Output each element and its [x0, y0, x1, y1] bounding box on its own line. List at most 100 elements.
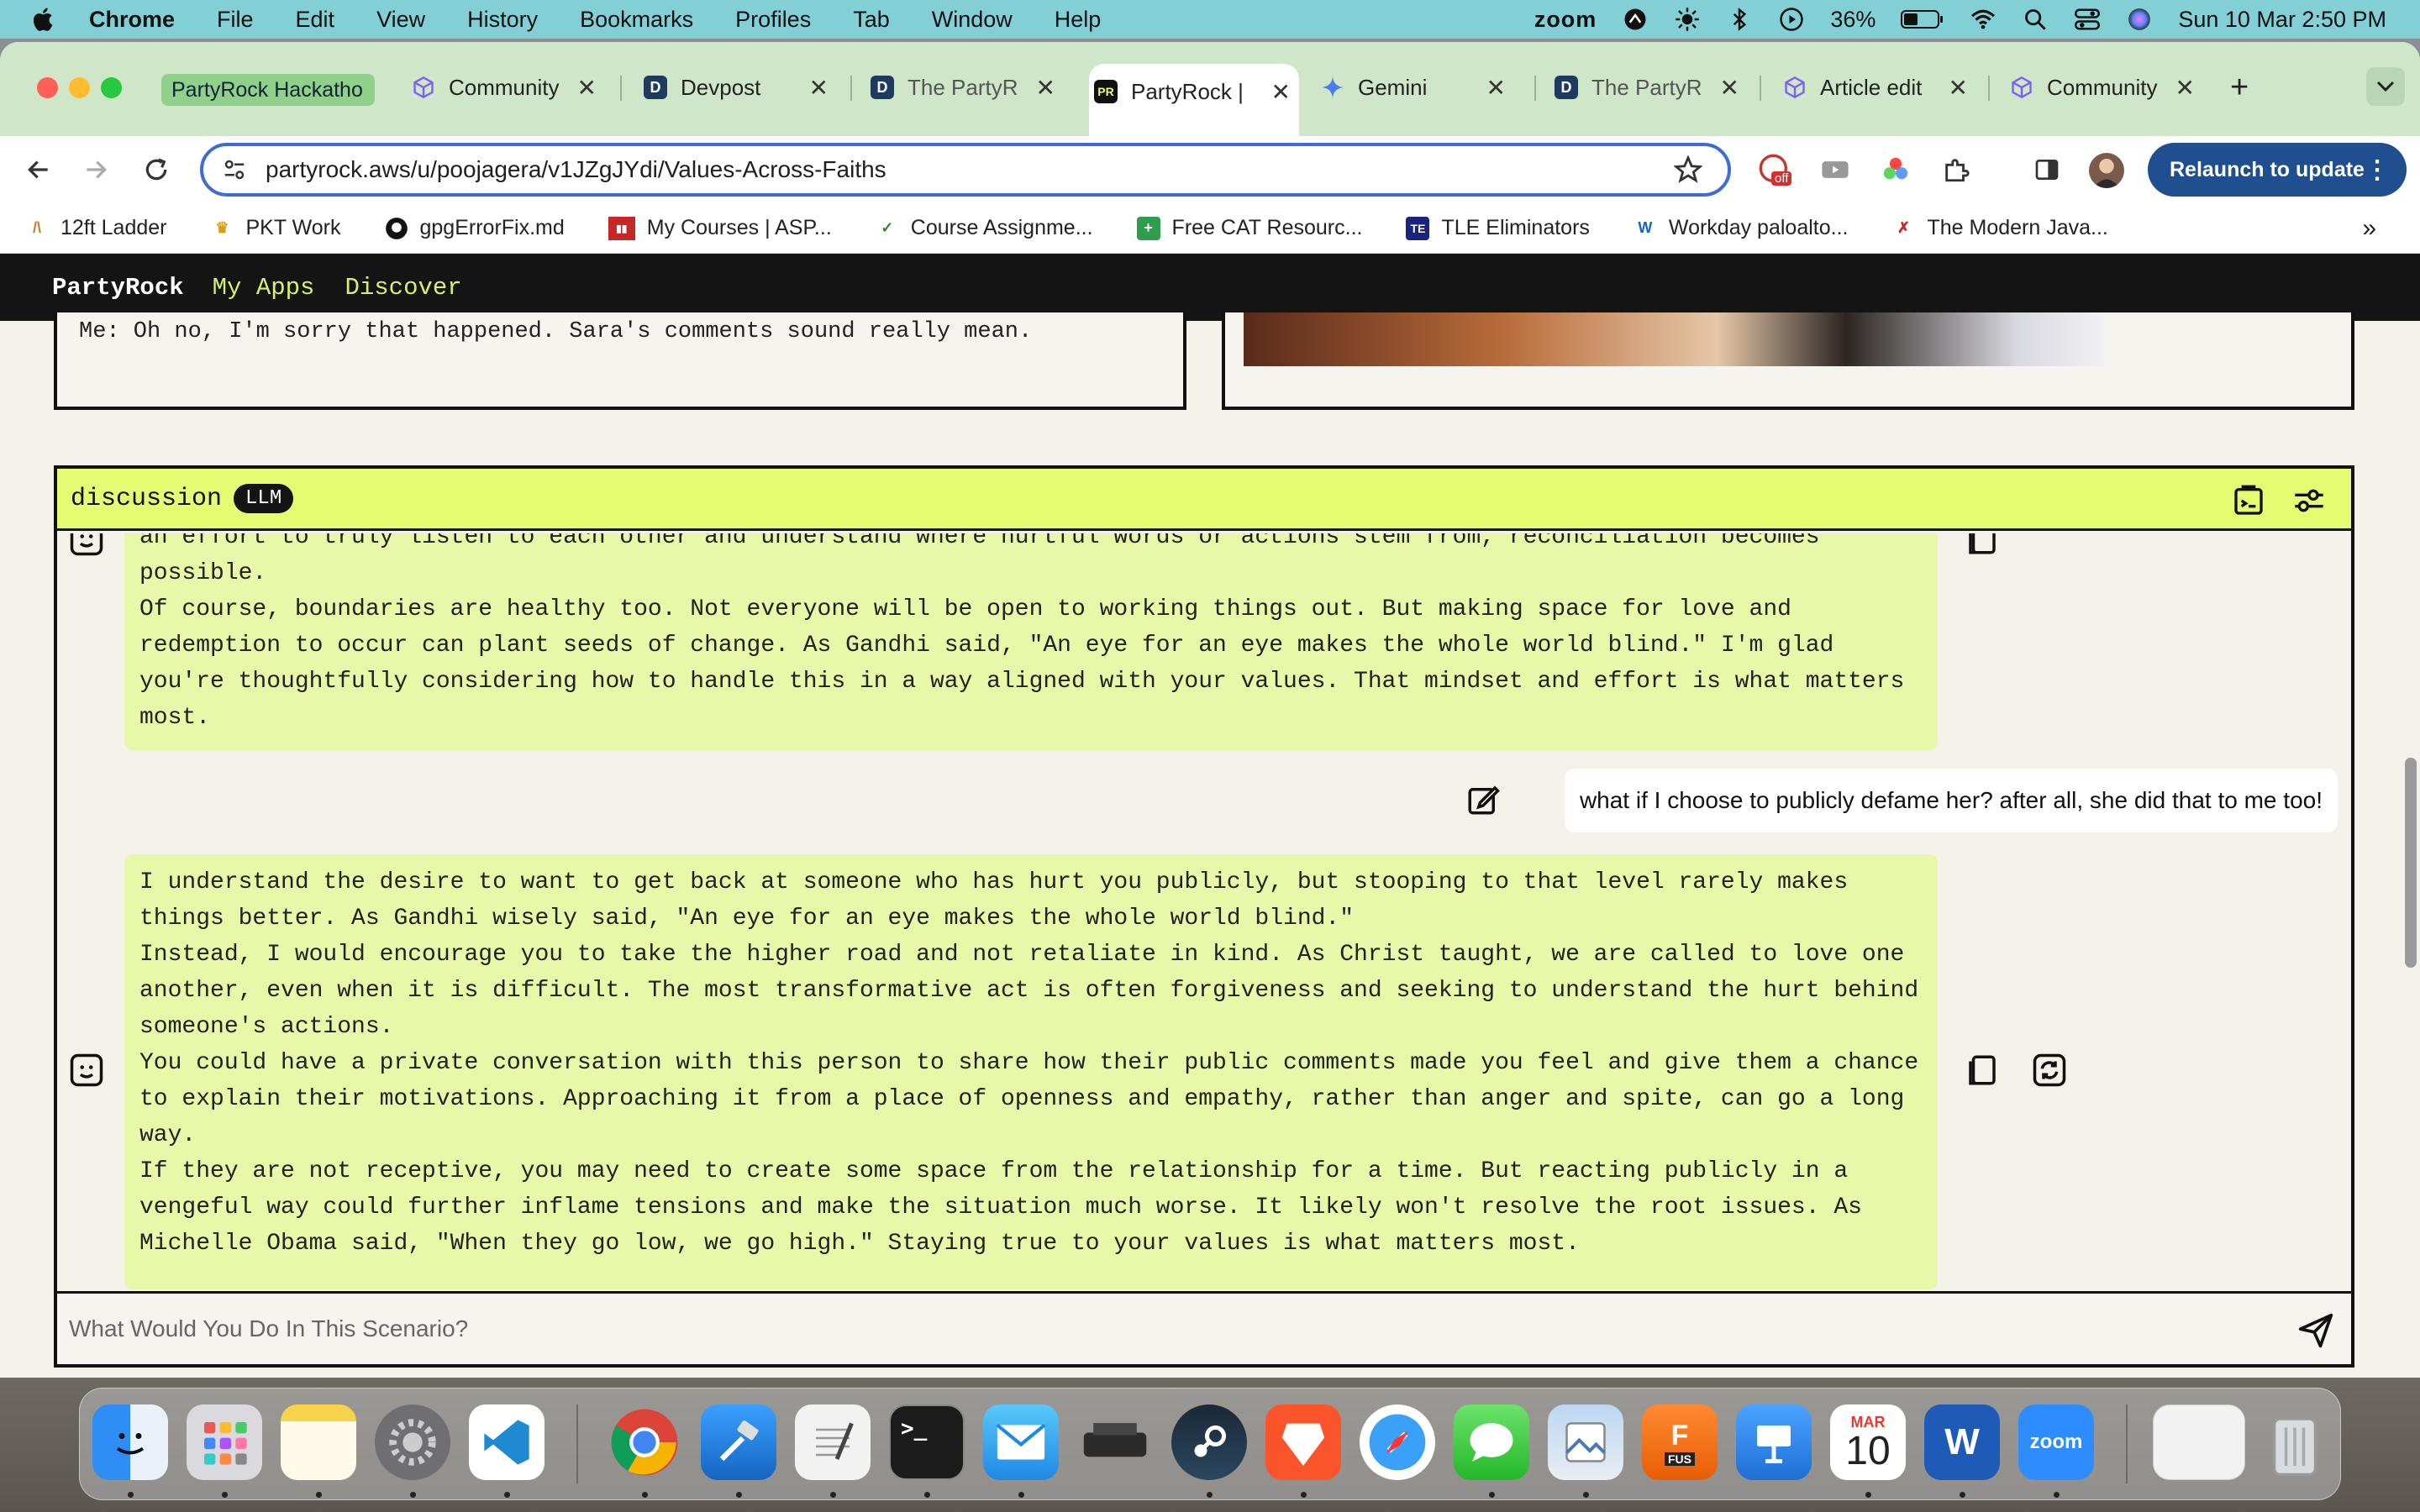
bookmark-tle-eliminators[interactable]: TE TLE Eliminators: [1406, 216, 1590, 240]
menu-app-name[interactable]: Chrome: [89, 7, 175, 33]
camera-status-icon[interactable]: [1622, 6, 1649, 33]
close-tab-icon[interactable]: ✕: [1720, 74, 1739, 102]
minimized-window-thumbnail[interactable]: [2153, 1404, 2245, 1480]
send-icon[interactable]: [2297, 1312, 2334, 1349]
close-tab-icon[interactable]: ✕: [809, 74, 829, 102]
chat-input[interactable]: [69, 1315, 2170, 1342]
nav-my-apps[interactable]: My Apps: [213, 274, 315, 302]
terminal-icon[interactable]: >_: [889, 1404, 965, 1480]
menu-help[interactable]: Help: [1055, 7, 1102, 33]
system-settings-gear-icon[interactable]: [375, 1404, 450, 1480]
bookmarks-overflow-chevron-icon[interactable]: »: [2362, 214, 2376, 243]
menu-edit[interactable]: Edit: [296, 7, 335, 33]
side-panel-button[interactable]: [2030, 153, 2064, 186]
site-info-icon[interactable]: [222, 157, 247, 182]
bookmark-gpg-error-fix[interactable]: gpgErrorFix.md: [385, 216, 565, 240]
fusion-app-icon[interactable]: F FUS: [1642, 1404, 1718, 1480]
video-extension-button[interactable]: [1818, 153, 1852, 186]
close-tab-icon[interactable]: ✕: [1949, 74, 1968, 102]
profile-avatar[interactable]: [2089, 153, 2124, 188]
tab-community-2[interactable]: Community ✕: [2010, 60, 2203, 114]
tab-the-partyr-2[interactable]: D The PartyR ✕: [1555, 60, 1748, 114]
spotlight-search-icon[interactable]: [2022, 6, 2049, 33]
relaunch-to-update-button[interactable]: Relaunch to update ⋮: [2148, 143, 2407, 197]
finder-icon[interactable]: [92, 1404, 168, 1480]
zoom-dock-icon[interactable]: zoom: [2018, 1404, 2094, 1480]
chrome-dock-icon[interactable]: [607, 1404, 682, 1480]
extensions-button[interactable]: [1939, 153, 1973, 186]
word-icon[interactable]: W: [1924, 1404, 2000, 1480]
mail-icon[interactable]: [983, 1404, 1059, 1480]
bookmark-pkt-work[interactable]: ♛ PKT Work: [211, 216, 340, 240]
printer-icon[interactable]: [1077, 1404, 1153, 1480]
keynote-icon[interactable]: [1736, 1404, 1812, 1480]
bookmark-course-assignments[interactable]: ✓ Course Assignme...: [876, 216, 1092, 240]
wifi-icon[interactable]: [1970, 6, 1996, 33]
tab-article-edit[interactable]: Article edit ✕: [1783, 60, 1976, 114]
bookmark-free-cat-resources[interactable]: + Free CAT Resourc...: [1136, 216, 1362, 240]
page-scrollbar[interactable]: [2405, 758, 2417, 968]
menu-window[interactable]: Window: [932, 7, 1013, 33]
color-extension-button[interactable]: [1879, 153, 1912, 186]
play-status-icon[interactable]: [1778, 6, 1805, 33]
zoom-status-item[interactable]: zoom: [1534, 7, 1597, 33]
menu-tab[interactable]: Tab: [853, 7, 890, 33]
xcode-hammer-icon[interactable]: [701, 1404, 776, 1480]
regenerate-icon[interactable]: [2032, 1053, 2067, 1088]
notes-icon[interactable]: [281, 1404, 356, 1480]
new-tab-button[interactable]: +: [2230, 60, 2272, 114]
forward-button[interactable]: [79, 153, 113, 186]
trash-icon[interactable]: [2257, 1404, 2333, 1480]
preview-icon[interactable]: [1548, 1404, 1623, 1480]
brave-lion-icon[interactable]: [1265, 1404, 1341, 1480]
sun-status-icon[interactable]: [1674, 6, 1701, 33]
close-window-button[interactable]: [37, 77, 58, 98]
menu-profiles[interactable]: Profiles: [735, 7, 811, 33]
copy-chat-icon[interactable]: [2232, 484, 2265, 517]
menu-bookmarks[interactable]: Bookmarks: [580, 7, 693, 33]
launchpad-icon[interactable]: [187, 1404, 262, 1480]
tab-the-partyr-1[interactable]: D The PartyR ✕: [871, 60, 1064, 114]
vscode-icon[interactable]: [469, 1404, 544, 1480]
bookmark-my-courses[interactable]: ▮▮ My Courses | ASP...: [608, 216, 832, 240]
tab-partyrock-active[interactable]: PR PartyRock | ✕: [1089, 64, 1299, 136]
partyrock-brand-link[interactable]: PartyRock: [52, 274, 184, 302]
control-center-icon[interactable]: [2074, 6, 2101, 33]
reload-button[interactable]: [139, 153, 173, 186]
bookmark-12ft-ladder[interactable]: /\ 12ft Ladder: [25, 216, 167, 240]
address-bar-url[interactable]: partyrock.aws/u/poojagera/v1JZgJYdi/Valu…: [266, 156, 886, 183]
calendar-icon[interactable]: MAR 10: [1830, 1404, 1906, 1480]
close-tab-icon[interactable]: ✕: [1486, 74, 1506, 102]
close-tab-icon[interactable]: ✕: [1036, 74, 1055, 102]
messages-icon[interactable]: [1454, 1404, 1529, 1480]
battery-icon[interactable]: [1901, 6, 1944, 33]
zoom-window-button[interactable]: [101, 77, 122, 98]
textedit-icon[interactable]: [795, 1404, 871, 1480]
bookmark-workday[interactable]: W Workday paloalto...: [1634, 216, 1848, 240]
extension-badge-button[interactable]: off: [1758, 153, 1792, 186]
menu-bar-clock[interactable]: Sun 10 Mar 2:50 PM: [2178, 7, 2386, 33]
nav-discover[interactable]: Discover: [345, 274, 461, 302]
address-bar[interactable]: partyrock.aws/u/poojagera/v1JZgJYdi/Valu…: [200, 143, 1731, 197]
copy-message-icon[interactable]: [1965, 533, 2000, 557]
menu-view[interactable]: View: [376, 7, 425, 33]
tab-devpost[interactable]: D Devpost ✕: [644, 60, 837, 114]
bookmark-modern-java[interactable]: ✗ The Modern Java...: [1891, 216, 2108, 240]
menu-file[interactable]: File: [217, 7, 254, 33]
apple-logo-icon[interactable]: [29, 4, 59, 34]
tab-search-button[interactable]: [2366, 67, 2405, 106]
close-tab-icon[interactable]: ✕: [1271, 78, 1291, 106]
tab-gemini[interactable]: Gemini ✕: [1321, 60, 1514, 114]
settings-sliders-icon[interactable]: [2292, 484, 2326, 517]
close-tab-icon[interactable]: ✕: [2175, 74, 2195, 102]
menu-history[interactable]: History: [467, 7, 538, 33]
bookmark-star-icon[interactable]: [1674, 155, 1702, 184]
edit-message-icon[interactable]: [1465, 782, 1501, 817]
copy-message-icon[interactable]: [1965, 1053, 2000, 1088]
tab-community-1[interactable]: Community ✕: [412, 60, 605, 114]
back-button[interactable]: [22, 153, 55, 186]
tab-group-chip[interactable]: PartyRock Hackatho: [161, 74, 375, 106]
close-tab-icon[interactable]: ✕: [577, 74, 597, 102]
steam-icon[interactable]: [1171, 1404, 1247, 1480]
safari-compass-icon[interactable]: [1360, 1404, 1435, 1480]
